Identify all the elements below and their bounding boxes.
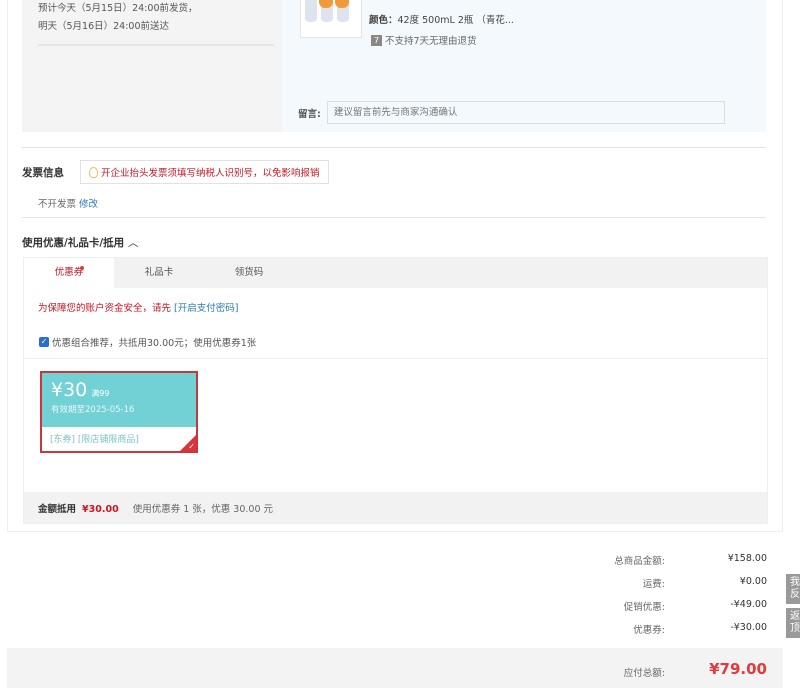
return-policy: 7 不支持7天无理由退货 — [371, 33, 477, 47]
divider — [22, 217, 766, 218]
message-label: 留言: — [298, 108, 321, 120]
shipping-info: 预计今天（5月15日）24:00前发货， 明天（5月16日）24:00前送达 — [22, 0, 282, 132]
summary-label: 运费: — [642, 579, 665, 590]
summary-row: 总商品金额: ¥158.00 — [527, 553, 767, 567]
enable-pay-password-link[interactable]: [开启支付密码] — [174, 303, 238, 314]
chevron-up-icon[interactable]: ︿ — [128, 237, 139, 249]
goods-info: 颜色：42度 500mL 2瓶 （青花... 7 不支持7天无理由退货 留言: — [282, 0, 766, 132]
summary-value: ¥0.00 — [739, 576, 767, 587]
feedback-button[interactable]: 我反 — [786, 574, 800, 604]
return-policy-text: 不支持7天无理由退货 — [385, 36, 477, 47]
no-return-icon: 7 — [371, 34, 382, 46]
divider — [38, 44, 274, 46]
coupon-tags: [东券] [限店铺限商品] — [50, 435, 139, 445]
back-to-top-button[interactable]: 返顶 — [786, 608, 800, 638]
summary-label: 促销优惠: — [623, 602, 665, 613]
message-input[interactable] — [326, 101, 725, 124]
tab-gift-card[interactable]: 礼品卡 — [114, 258, 204, 288]
checkbox-checked-icon[interactable]: ✓ — [39, 337, 49, 347]
lightbulb-icon — [89, 166, 98, 178]
recommend-checkbox-row[interactable]: ✓ 优惠组合推荐，共抵用30.00元；使用优惠券1张 — [39, 335, 256, 349]
feedback-char: 反 — [790, 589, 800, 600]
footer-amount: ¥30.00 — [82, 503, 119, 515]
invoice-value: 不开发票 修改 — [38, 196, 98, 210]
coupon-section-title[interactable]: 使用优惠/礼品卡/抵用 ︿ — [22, 235, 138, 250]
tab-redeem-code[interactable]: 领货码 — [204, 258, 294, 288]
color-value: 42度 500mL 2瓶 （青花... — [397, 15, 514, 26]
coupon-condition: 满99 — [91, 389, 110, 398]
product-image[interactable] — [300, 0, 362, 38]
message-row: 留言: — [298, 101, 725, 124]
coupon-panel: 优惠券 礼品卡 领货码 为保障您的账户资金安全，请先 [开启支付密码] ✓ 优惠组… — [23, 257, 768, 524]
invoice-value-text: 不开发票 — [38, 199, 77, 210]
top-char: 顶 — [790, 623, 800, 634]
color-label: 颜色： — [369, 15, 398, 26]
summary-row: 优惠券: -¥30.00 — [527, 622, 767, 636]
summary-value: -¥49.00 — [730, 599, 767, 610]
ship-line-1: 预计今天（5月15日）24:00前发货， — [38, 3, 198, 14]
total-value: ¥79.00 — [709, 660, 767, 678]
recommend-text: 优惠组合推荐，共抵用30.00元；使用优惠券1张 — [52, 338, 257, 349]
summary-label: 优惠券: — [633, 625, 665, 636]
product-color: 颜色：42度 500mL 2瓶 （青花... — [369, 12, 514, 26]
divider — [22, 147, 766, 148]
total-label: 应付总额: — [623, 668, 665, 679]
coupon-card[interactable]: ¥30 满99 有效期至2025-05-16 [东券] [限店铺限商品] ✓ — [40, 371, 198, 453]
summary-value: -¥30.00 — [730, 622, 767, 633]
total-bar: 应付总额: ¥79.00 — [7, 648, 783, 688]
divider — [24, 358, 767, 359]
security-notice: 为保障您的账户资金安全，请先 [开启支付密码] — [38, 300, 238, 314]
invoice-tip-text: 开企业抬头发票须填写纳税人识别号，以免影响报销 — [101, 168, 320, 179]
tab-coupons[interactable]: 优惠券 — [24, 258, 114, 288]
coupon-amount: ¥30 — [51, 379, 88, 401]
check-icon: ✓ — [188, 442, 195, 451]
summary-value: ¥158.00 — [727, 553, 767, 564]
ship-line-2: 明天（5月16日）24:00前送达 — [38, 21, 170, 32]
summary-row: 促销优惠: -¥49.00 — [527, 599, 767, 613]
summary-row: 运费: ¥0.00 — [527, 576, 767, 590]
coupon-expiry: 有效期至2025-05-16 — [51, 405, 135, 415]
invoice-tip: 开企业抬头发票须填写纳税人识别号，以免影响报销 — [80, 160, 329, 184]
top-char: 返 — [790, 611, 800, 622]
coupon-title-text: 使用优惠/礼品卡/抵用 — [22, 237, 125, 249]
summary-label: 总商品金额: — [614, 556, 665, 567]
feedback-char: 我 — [790, 577, 800, 588]
footer-label: 金额抵用 — [38, 503, 77, 515]
footer-detail: 使用优惠券 1 张，优惠 30.00 元 — [132, 503, 274, 515]
invoice-edit-link[interactable]: 修改 — [79, 199, 98, 210]
coupon-footer: 金额抵用 ¥30.00 使用优惠券 1 张，优惠 30.00 元 — [24, 492, 767, 523]
invoice-title: 发票信息 — [22, 167, 64, 179]
security-text: 为保障您的账户资金安全，请先 — [38, 303, 172, 314]
coupon-tabs: 优惠券 礼品卡 领货码 — [24, 258, 767, 288]
